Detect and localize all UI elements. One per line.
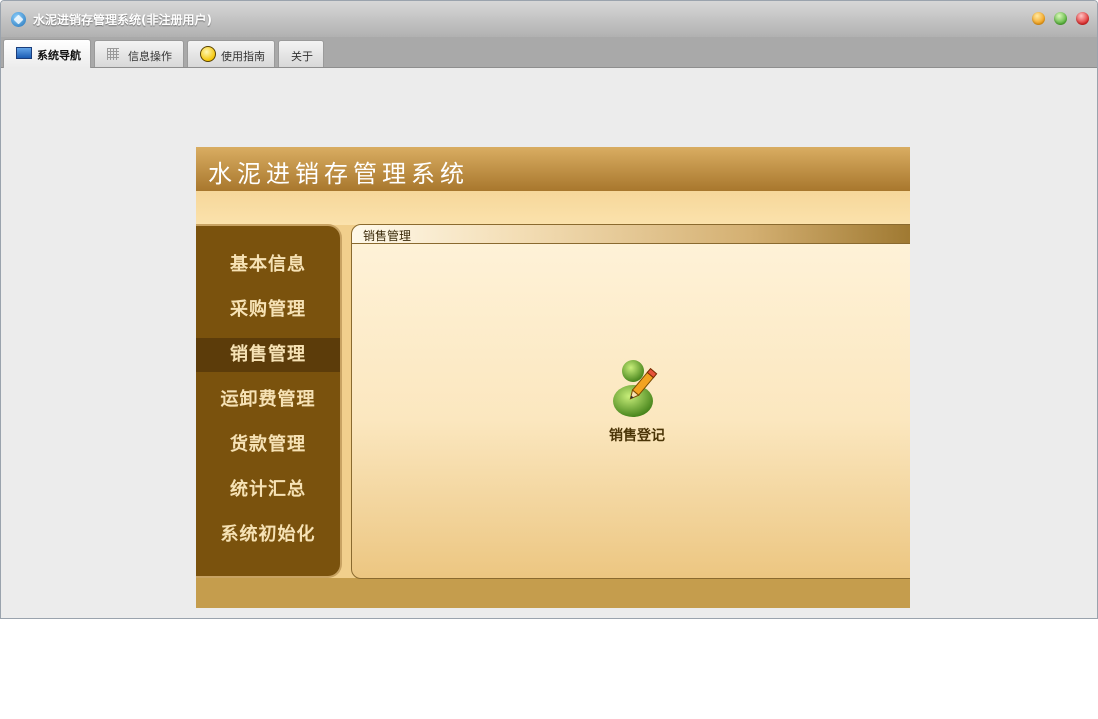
tab-bar: 系统导航 信息操作 使用指南 关于 (1, 37, 1097, 68)
minimize-button[interactable] (1032, 12, 1045, 25)
sidebar-item-purchase[interactable]: 采购管理 (196, 293, 340, 327)
help-circle-icon (200, 46, 216, 62)
sidebar-item-freight[interactable]: 运卸费管理 (196, 383, 340, 417)
tab-user-guide[interactable]: 使用指南 (187, 40, 275, 67)
maximize-button[interactable] (1054, 12, 1067, 25)
tab-about[interactable]: 关于 (278, 40, 324, 67)
sidebar-menu: 基本信息 采购管理 销售管理 运卸费管理 货款管理 统计汇总 系统初始化 (196, 224, 342, 578)
sidebar-item-initialize[interactable]: 系统初始化 (196, 518, 340, 552)
app-footer (196, 578, 910, 608)
tab-information-operation[interactable]: 信息操作 (94, 40, 184, 67)
sidebar-item-sales[interactable]: 销售管理 (196, 338, 340, 372)
sidebar-item-statistics[interactable]: 统计汇总 (196, 473, 340, 507)
close-button[interactable] (1076, 12, 1089, 25)
sales-register-button[interactable]: 销售登记 (601, 357, 673, 447)
app-logo-icon (11, 12, 26, 27)
app-header: 水泥进销存管理系统 (196, 147, 910, 191)
sidebar-item-payment[interactable]: 货款管理 (196, 428, 340, 462)
panel-header: 销售管理 (352, 225, 910, 244)
monitor-icon (16, 47, 32, 59)
user-edit-icon (613, 360, 658, 417)
sidebar-item-basic-info[interactable]: 基本信息 (196, 248, 340, 282)
tab-system-navigation[interactable]: 系统导航 (3, 39, 91, 68)
header-band (196, 191, 910, 225)
tab-label: 信息操作 (128, 50, 172, 63)
app-title: 水泥进销存管理系统 (208, 160, 469, 188)
main-app-frame: 水泥进销存管理系统 基本信息 采购管理 销售管理 运卸费管理 货款管理 统计汇总… (196, 147, 910, 608)
window-title: 水泥进销存管理系统(非注册用户) (33, 13, 212, 27)
tab-label: 系统导航 (37, 49, 81, 62)
tab-label: 使用指南 (221, 50, 265, 63)
tab-label: 关于 (291, 50, 313, 63)
panel-title: 销售管理 (363, 229, 412, 243)
grid-icon (107, 48, 119, 60)
feature-label: 销售登记 (609, 428, 665, 444)
title-bar[interactable]: 水泥进销存管理系统(非注册用户) (1, 1, 1097, 37)
